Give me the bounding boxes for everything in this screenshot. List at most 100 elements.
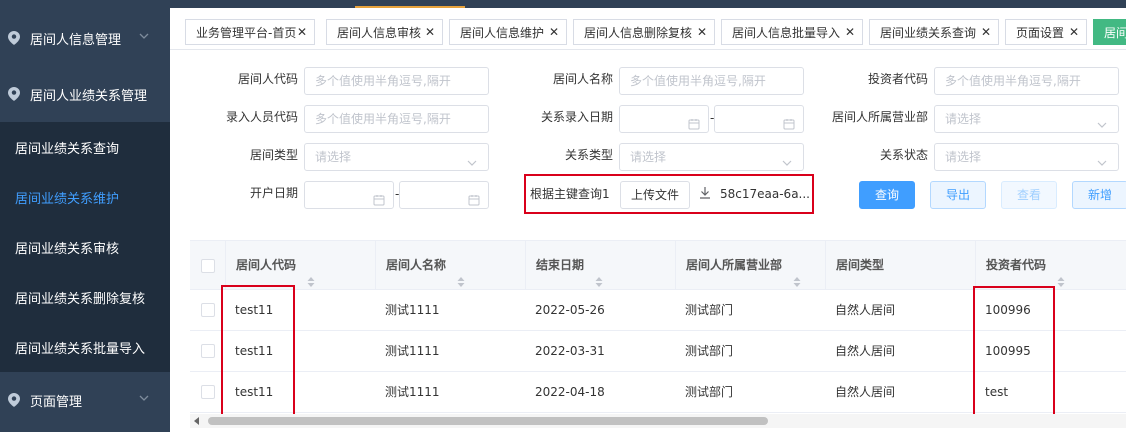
input-placeholder: 多个值使用半角逗号,隔开 <box>315 74 451 88</box>
query-button[interactable]: 查询 <box>859 181 915 209</box>
cell-branch: 测试部门 <box>685 303 734 317</box>
cell-branch: 测试部门 <box>685 344 734 358</box>
branch-select[interactable]: 请选择 <box>934 105 1119 133</box>
column-header-broker-name[interactable]: 居间人名称 <box>375 241 525 291</box>
row-checkbox[interactable] <box>201 385 215 399</box>
cell-broker-type: 自然人居间 <box>835 385 896 399</box>
relation-date-start[interactable] <box>619 105 709 133</box>
location-pin-icon <box>6 392 22 408</box>
tab-home[interactable]: 业务管理平台-首页 ✕ <box>185 19 315 45</box>
open-date-label: 开户日期 <box>249 186 298 200</box>
close-icon[interactable]: ✕ <box>696 25 708 39</box>
tab-label: 居间人信息审核 <box>337 25 422 40</box>
select-placeholder: 请选择 <box>315 150 352 164</box>
table-row[interactable]: test11 测试1111 2022-05-26 测试部门 自然人居间 1009… <box>190 290 1126 331</box>
entry-code-label: 录入人员代码 <box>225 110 298 124</box>
close-icon[interactable]: ✕ <box>980 25 992 39</box>
tab-label: 居间人信息删除复核 <box>584 25 693 40</box>
sidebar-group-broker-info[interactable]: 居间人信息管理 <box>0 10 170 66</box>
calendar-icon <box>468 189 480 206</box>
column-header-branch[interactable]: 居间人所属营业部 <box>675 241 825 291</box>
sidebar-item-performance-query[interactable]: 居间业绩关系查询 <box>0 122 170 172</box>
tab-broker-info-delete-review[interactable]: 居间人信息删除复核 ✕ <box>573 19 715 45</box>
view-button[interactable]: 查看 <box>1001 181 1057 209</box>
sort-icon[interactable] <box>456 260 466 287</box>
tab-label: 居间人信息维护 <box>460 25 545 40</box>
input-placeholder: 多个值使用半角逗号,隔开 <box>945 74 1081 88</box>
column-header-broker-type[interactable]: 居间类型 <box>825 241 975 291</box>
relation-date-end[interactable] <box>714 105 804 133</box>
tab-label: 页面设置 <box>1016 25 1065 40</box>
scroll-left-icon[interactable] <box>194 417 199 425</box>
cell-broker-type: 自然人居间 <box>835 303 896 317</box>
column-header-end-date[interactable]: 结束日期 <box>525 241 675 291</box>
cell-broker-type: 自然人居间 <box>835 344 896 358</box>
sidebar-item-label: 居间业绩关系维护 <box>15 191 120 207</box>
broker-type-label: 居间类型 <box>249 148 298 162</box>
open-date-start[interactable] <box>304 181 394 209</box>
horizontal-scrollbar[interactable] <box>190 414 1126 428</box>
broker-code-input[interactable]: 多个值使用半角逗号,隔开 <box>304 67 489 95</box>
chevron-down-icon <box>466 152 478 166</box>
tab-broker-info-maintenance[interactable]: 居间人信息维护 ✕ <box>449 19 567 45</box>
add-button[interactable]: 新增 <box>1072 181 1126 209</box>
sort-icon[interactable] <box>792 260 802 287</box>
relation-type-select[interactable]: 请选择 <box>619 143 804 171</box>
relation-status-select[interactable]: 请选择 <box>934 143 1119 171</box>
download-icon[interactable] <box>699 186 711 200</box>
tab-performance-query[interactable]: 居间业绩关系查询 ✕ <box>869 19 999 45</box>
chevron-down-icon <box>138 392 152 406</box>
cell-end-date: 2022-04-18 <box>535 385 605 399</box>
broker-name-input[interactable]: 多个值使用半角逗号,隔开 <box>619 67 804 95</box>
close-icon[interactable]: ✕ <box>424 25 436 39</box>
location-pin-icon <box>6 30 22 46</box>
uploaded-file-name[interactable]: 58c17eaa-6a... <box>720 187 810 201</box>
sidebar: 居间人信息管理 居间人业绩关系管理 居间业绩关系查询 居间业绩关系维护 居间业绩… <box>0 0 170 432</box>
close-icon[interactable]: ✕ <box>844 25 856 39</box>
tab-label: 居间业绩关系查询 <box>880 25 977 40</box>
column-header-investor-code[interactable]: 投资者代码 <box>975 241 1126 291</box>
tab-broker-info-batch-import[interactable]: 居间人信息批量导入 ✕ <box>721 19 863 45</box>
sidebar-item-performance-maintenance[interactable]: 居间业绩关系维护 <box>0 172 170 222</box>
investor-code-input[interactable]: 多个值使用半角逗号,隔开 <box>934 67 1119 95</box>
column-header-broker-code[interactable]: 居间人代码 <box>225 241 375 291</box>
table-row[interactable]: test11 测试1111 2022-04-18 测试部门 自然人居间 test <box>190 372 1126 413</box>
location-pin-icon <box>6 86 22 102</box>
chevron-down-icon <box>781 152 793 166</box>
table-row[interactable]: test11 测试1111 2022-03-31 测试部门 自然人居间 1009… <box>190 331 1126 372</box>
cell-broker-name: 测试1111 <box>385 344 440 358</box>
sidebar-item-performance-delete-review[interactable]: 居间业绩关系删除复核 <box>0 272 170 322</box>
row-checkbox[interactable] <box>201 344 215 358</box>
relation-status-label: 关系状态 <box>879 148 928 162</box>
cell-branch: 测试部门 <box>685 385 734 399</box>
broker-name-label: 居间人名称 <box>552 72 613 86</box>
tab-page-settings[interactable]: 页面设置 ✕ <box>1005 19 1087 45</box>
close-icon[interactable]: ✕ <box>1068 25 1080 39</box>
broker-code-label: 居间人代码 <box>237 72 298 86</box>
sidebar-item-performance-review[interactable]: 居间业绩关系审核 <box>0 222 170 272</box>
branch-label: 居间人所属营业部 <box>831 110 928 124</box>
sidebar-item-performance-batch-import[interactable]: 居间业绩关系批量导入 <box>0 322 170 372</box>
close-icon[interactable]: ✕ <box>548 25 560 39</box>
cell-broker-name: 测试1111 <box>385 385 440 399</box>
select-placeholder: 请选择 <box>945 112 982 126</box>
upload-file-button[interactable]: 上传文件 <box>620 181 690 209</box>
sort-icon[interactable] <box>1056 260 1066 287</box>
column-header-label: 居间人名称 <box>386 258 447 272</box>
open-date-end[interactable] <box>399 181 489 209</box>
select-all-checkbox[interactable] <box>201 259 215 273</box>
sidebar-group-broker-performance[interactable]: 居间人业绩关系管理 <box>0 66 170 122</box>
sort-icon[interactable] <box>594 260 604 287</box>
tab-current[interactable]: 居间 <box>1093 19 1126 45</box>
sort-icon[interactable] <box>306 260 316 287</box>
close-icon[interactable]: ✕ <box>296 25 308 39</box>
tab-broker-info-review[interactable]: 居间人信息审核 ✕ <box>326 19 443 45</box>
entry-code-input[interactable]: 多个值使用半角逗号,隔开 <box>304 105 489 133</box>
row-checkbox[interactable] <box>201 303 215 317</box>
scrollbar-thumb[interactable] <box>208 417 768 425</box>
broker-type-select[interactable]: 请选择 <box>304 143 489 171</box>
input-placeholder: 多个值使用半角逗号,隔开 <box>630 74 766 88</box>
column-header-label: 结束日期 <box>536 258 585 272</box>
sidebar-group-page-management[interactable]: 页面管理 <box>0 372 170 428</box>
export-button[interactable]: 导出 <box>930 181 986 209</box>
